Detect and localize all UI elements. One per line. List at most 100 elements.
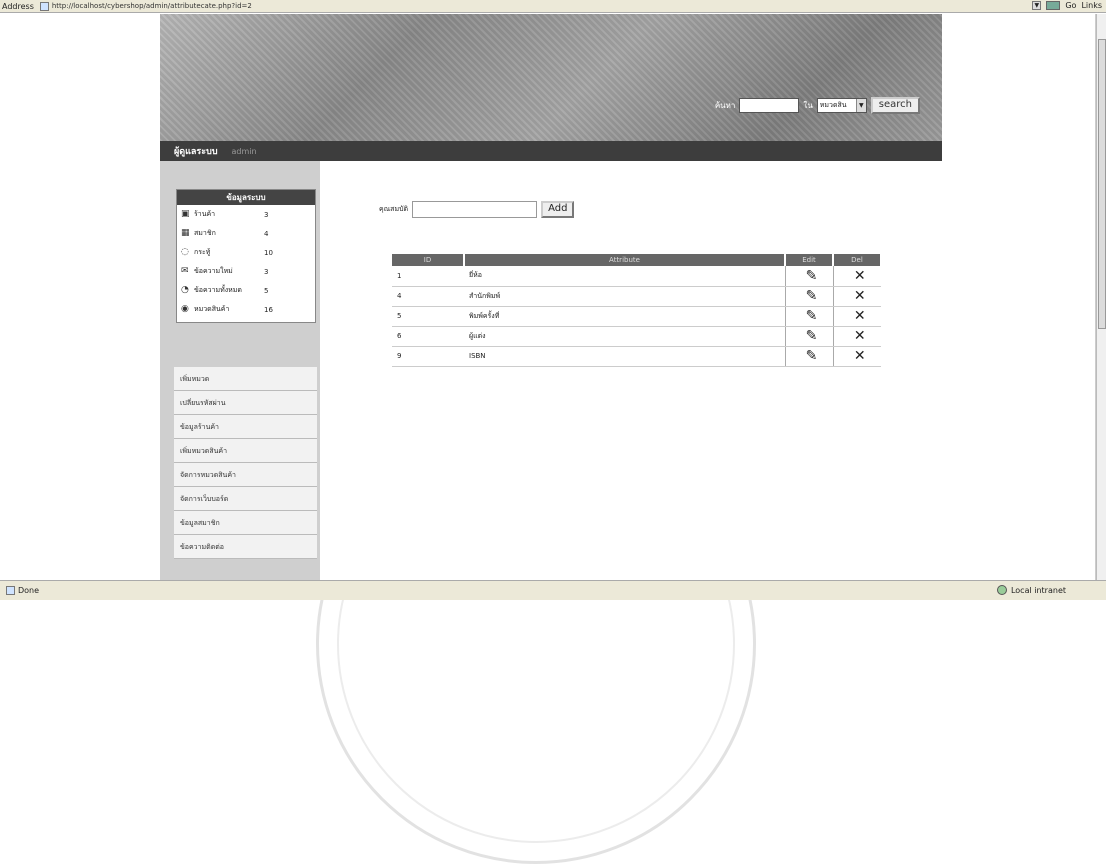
column-header: ID (392, 254, 465, 266)
column-header: Attribute (464, 254, 786, 266)
cell-id: 6 (392, 326, 464, 347)
column-header: Del (833, 254, 882, 266)
delete-button[interactable]: ✕ (832, 266, 881, 287)
vertical-scrollbar[interactable] (1096, 14, 1106, 580)
admin-navbar: ผู้ดูแลระบบ admin (160, 141, 942, 161)
menu-item[interactable]: ข้อความติดต่อ (174, 535, 317, 559)
stat-count: 3 (264, 267, 269, 276)
cell-name: สำนักพิมพ์ (464, 286, 785, 307)
cell-id: 5 (392, 306, 464, 327)
stat-count: 16 (264, 305, 273, 314)
edit-button[interactable]: ✎ (784, 326, 833, 347)
menu-item[interactable]: เพิ่มหมวดสินค้า (174, 439, 317, 463)
nav-title: ผู้ดูแลระบบ (174, 147, 218, 157)
menu-item[interactable]: จัดการหมวดสินค้า (174, 463, 317, 487)
new-message-icon: ✉ (181, 266, 189, 276)
sidebar: ข้อมูลระบบ ▣ ร้านค้า 3 ▦ สมาชิก 4 ◌ กระท… (160, 161, 320, 580)
chevron-down-icon[interactable]: ▼ (855, 99, 866, 112)
menu-item[interactable]: จัดการเว็บบอร์ด (174, 487, 317, 511)
pencil-icon[interactable]: ✎ (806, 268, 818, 284)
scrollbar-thumb[interactable] (1098, 39, 1106, 329)
add-attribute-label: คุณสมบัติ (379, 205, 409, 213)
cell-name: พิมพ์ครั้งที่ (464, 306, 785, 327)
search-input[interactable] (739, 98, 800, 113)
edit-button[interactable]: ✎ (784, 346, 833, 367)
stat-row-shops: ▣ ร้านค้า 3 (177, 205, 315, 224)
attribute-name-input[interactable] (412, 201, 538, 218)
stat-row-categories: ◉ หมวดสินค้า 16 (177, 300, 315, 319)
add-button[interactable]: Add (541, 201, 575, 218)
stat-label: กระทู้ (194, 248, 211, 256)
stat-count: 3 (264, 210, 269, 219)
pencil-icon[interactable]: ✎ (806, 288, 818, 304)
pencil-icon[interactable]: ✎ (806, 308, 818, 324)
pencil-icon[interactable]: ✎ (806, 348, 818, 364)
delete-button[interactable]: ✕ (832, 346, 881, 367)
stat-label: สมาชิก (194, 229, 216, 237)
members-icon: ▦ (181, 228, 190, 238)
cell-name: ผู้แต่ง (464, 326, 785, 347)
column-header: Edit (785, 254, 834, 266)
url-dropdown-button[interactable]: ▼ (1032, 1, 1042, 10)
shop-icon: ▣ (181, 209, 190, 219)
system-stats-box: ข้อมูลระบบ ▣ ร้านค้า 3 ▦ สมาชิก 4 ◌ กระท… (176, 189, 316, 323)
menu-item[interactable]: ข้อมูลร้านค้า (174, 415, 317, 439)
zone-label: Local intranet (1010, 585, 1066, 595)
nav-username: admin (231, 146, 257, 156)
edit-button[interactable]: ✎ (784, 286, 833, 307)
status-text: Done (18, 586, 40, 595)
pencil-icon[interactable]: ✎ (806, 328, 818, 344)
cell-name: ISBN (464, 346, 785, 367)
topics-icon: ◌ (181, 247, 189, 257)
table-header-row: ID Attribute Edit Del (392, 254, 882, 266)
menu-item[interactable]: เปลี่ยนรหัสผ่าน (174, 391, 317, 415)
edit-button[interactable]: ✎ (784, 306, 833, 327)
admin-menu: เพิ่มหมวด เปลี่ยนรหัสผ่าน ข้อมูลร้านค้า … (174, 367, 317, 559)
delete-button[interactable]: ✕ (832, 286, 881, 307)
search-area: ค้นหา ใน หมวดสิน ▼ search (715, 97, 920, 114)
browser-address-bar: Address http://localhost/cybershop/admin… (0, 0, 1106, 13)
go-icon[interactable] (1046, 1, 1061, 10)
table-row: 9 ISBN ✎ ✕ (392, 346, 881, 367)
menu-item[interactable]: ข้อมูลสมาชิก (174, 511, 317, 535)
all-messages-icon: ◔ (181, 285, 189, 295)
table-row: 5 พิมพ์ครั้งที่ ✎ ✕ (392, 306, 881, 327)
attribute-table: ID Attribute Edit Del 1 ยี่ห้อ ✎ ✕ 4 สำน… (392, 254, 882, 367)
stat-count: 4 (264, 229, 269, 238)
add-attribute-form: คุณสมบัติ Add (379, 201, 575, 218)
page-done-icon (6, 586, 15, 595)
search-in-label: ใน (803, 101, 813, 110)
cell-id: 9 (392, 346, 464, 367)
main-content: คุณสมบัติ Add ID Attribute Edit Del 1 ยี… (320, 161, 942, 580)
delete-button[interactable]: ✕ (832, 326, 881, 347)
table-row: 6 ผู้แต่ง ✎ ✕ (392, 326, 881, 347)
web-page: ค้นหา ใน หมวดสิน ▼ search ผู้ดูแลระบบ ad… (160, 14, 942, 580)
links-label[interactable]: Links (1081, 1, 1102, 10)
close-icon[interactable]: ✕ (854, 328, 866, 344)
cell-id: 4 (392, 286, 464, 307)
edit-button[interactable]: ✎ (784, 266, 833, 287)
search-button[interactable]: search (870, 97, 920, 114)
search-select-value: หมวดสิน (819, 101, 847, 109)
close-icon[interactable]: ✕ (854, 268, 866, 284)
close-icon[interactable]: ✕ (854, 308, 866, 324)
close-icon[interactable]: ✕ (854, 288, 866, 304)
menu-item[interactable]: เพิ่มหมวด (174, 367, 317, 391)
address-label: Address (2, 1, 34, 11)
table-row: 4 สำนักพิมพ์ ✎ ✕ (392, 286, 881, 307)
stat-label: หมวดสินค้า (194, 305, 230, 313)
close-icon[interactable]: ✕ (854, 348, 866, 364)
search-category-select[interactable]: หมวดสิน ▼ (816, 98, 867, 113)
stat-row-new-messages: ✉ ข้อความใหม่ 3 (177, 262, 315, 281)
category-icon: ◉ (181, 304, 189, 314)
stat-row-members: ▦ สมาชิก 4 (177, 224, 315, 243)
delete-button[interactable]: ✕ (832, 306, 881, 327)
url-field[interactable]: http://localhost/cybershop/admin/attribu… (52, 2, 352, 10)
page-icon (39, 1, 49, 11)
cell-name: ยี่ห้อ (464, 266, 785, 287)
stat-count: 5 (264, 286, 269, 295)
cell-id: 1 (392, 266, 464, 287)
table-row: 1 ยี่ห้อ ✎ ✕ (392, 266, 881, 287)
go-button-label[interactable]: Go (1065, 1, 1076, 10)
stat-label: ร้านค้า (194, 210, 216, 218)
